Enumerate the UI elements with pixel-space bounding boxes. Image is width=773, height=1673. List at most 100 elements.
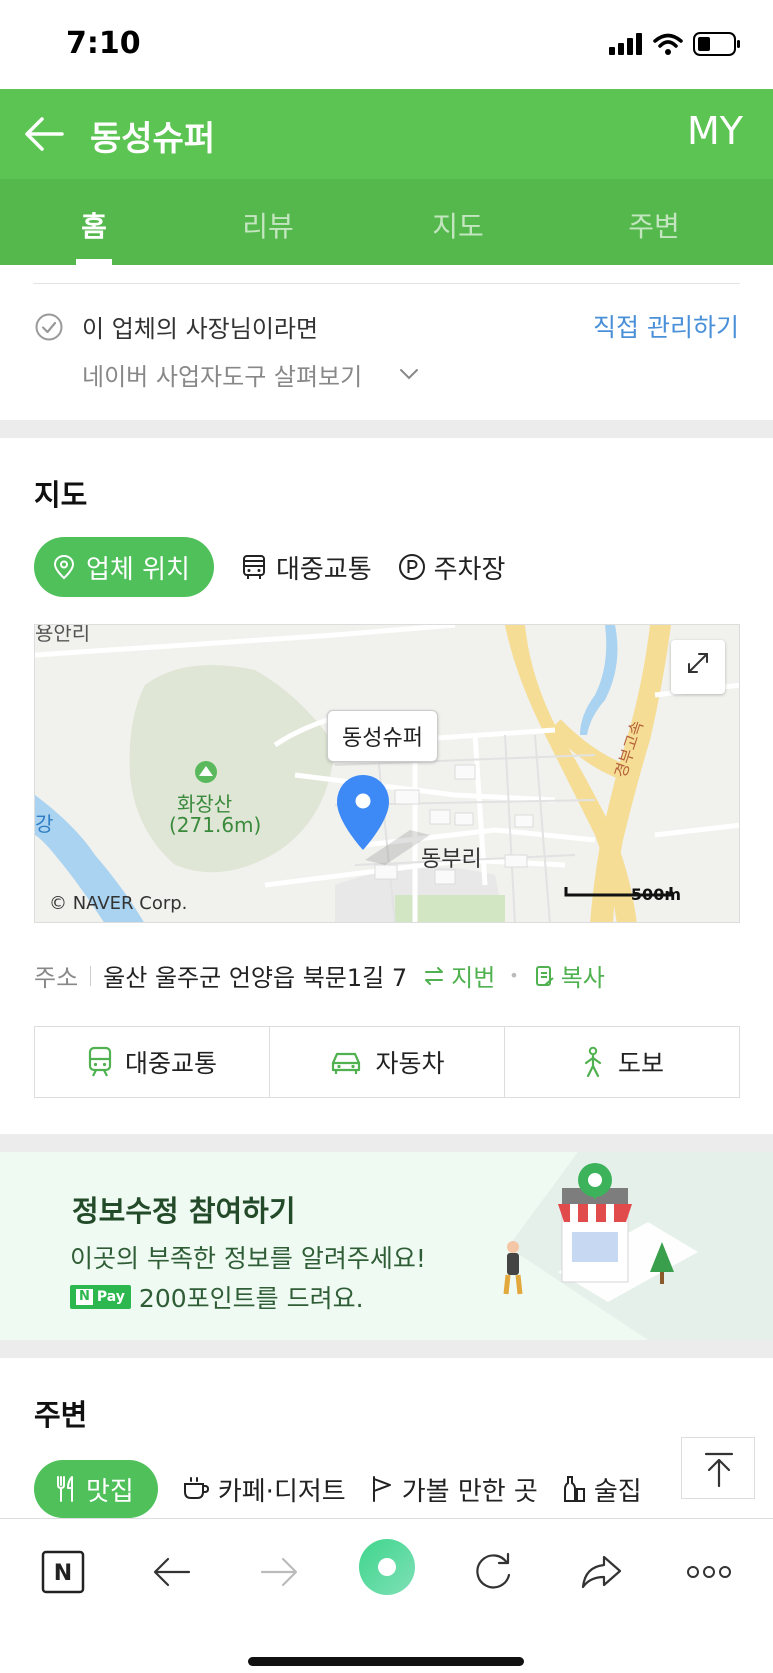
edit-info-banner[interactable]: 정보수정 참여하기 이곳의 부족한 정보를 알려주세요! N Pay 200포인… — [0, 1152, 773, 1340]
refresh-icon — [476, 1552, 511, 1589]
map-section-title: 지도 — [34, 478, 88, 512]
tab-cafe-dessert[interactable]: 카페·디저트 — [182, 1471, 346, 1508]
tab-business-location[interactable]: 업체 위치 — [34, 537, 214, 597]
store-illustration — [503, 1152, 773, 1340]
address-dot: • — [509, 966, 519, 985]
walk-icon — [584, 1046, 602, 1078]
npay-label: Pay — [96, 1289, 125, 1305]
place-title: 동성슈퍼 — [90, 119, 216, 159]
map-scale: 500m — [630, 885, 681, 904]
nearby-category-tabs: 맛집 카페·디저트 가볼 만한 곳 술집 — [34, 1460, 642, 1518]
place-tabs: 홈 리뷰 지도 주변 — [0, 179, 773, 265]
location-pin-icon — [53, 554, 75, 580]
arrow-left-icon — [153, 1557, 191, 1587]
map-canvas — [35, 625, 739, 922]
bottle-icon — [563, 1476, 585, 1502]
tab-attractions[interactable]: 가볼 만한 곳 — [370, 1471, 538, 1508]
nearby-section: 주변 맛집 카페·디저트 가볼 만한 곳 술집 — [0, 1358, 773, 1518]
route-car-button[interactable]: 자동차 — [270, 1027, 505, 1097]
home-indicator — [248, 1657, 524, 1666]
check-circle-icon — [35, 313, 63, 341]
my-button[interactable]: MY — [687, 109, 743, 153]
scroll-to-top-button[interactable] — [681, 1437, 755, 1499]
map-copyright: © NAVER Corp. — [49, 893, 188, 914]
copy-icon — [535, 965, 554, 986]
address-row: 주소 울산 울주군 언양읍 북문1길 7 지번 • 복사 — [34, 958, 605, 993]
tab-restaurants-label: 맛집 — [86, 1476, 134, 1507]
chevron-down-icon[interactable] — [398, 363, 420, 385]
address-label: 주소 — [34, 964, 79, 992]
address-switch-button[interactable]: 지번 — [423, 958, 495, 993]
banner-line2: N Pay 200포인트를 드려요. — [70, 1279, 364, 1315]
tab-review[interactable]: 리뷰 — [208, 205, 328, 245]
browser-forward-button[interactable] — [256, 1549, 306, 1599]
tab-public-transit[interactable]: 대중교통 — [240, 549, 372, 586]
naver-home-button[interactable]: N — [40, 1549, 90, 1599]
browser-bottom-bar: N — [0, 1518, 773, 1673]
swap-arrows-icon — [425, 966, 444, 985]
tab-cafe-dessert-label: 카페·디저트 — [217, 1476, 346, 1507]
map-expand-button[interactable] — [671, 640, 725, 694]
section-gap — [0, 420, 773, 438]
map-label-mountain-height: (271.6m) — [169, 813, 262, 837]
tab-restaurants[interactable]: 맛집 — [34, 1460, 158, 1518]
address-separator — [90, 965, 92, 986]
expand-icon — [688, 653, 708, 673]
owner-section: 이 업체의 사장님이라면 직접 관리하기 네이버 사업자도구 살펴보기 — [0, 265, 773, 420]
more-menu-button[interactable] — [684, 1549, 734, 1599]
divider — [33, 283, 740, 284]
train-icon — [88, 1046, 112, 1077]
tab-bars-label: 술집 — [593, 1476, 642, 1507]
manage-directly-link[interactable]: 직접 관리하기 — [593, 308, 739, 344]
route-transit-label: 대중교통 — [124, 1049, 217, 1078]
owner-prompt: 이 업체의 사장님이라면 — [82, 315, 319, 343]
map-label-river: 강 — [35, 812, 54, 836]
address-switch-label: 지번 — [451, 964, 496, 992]
more-dots-icon — [687, 1566, 731, 1578]
npay-badge: N Pay — [70, 1285, 131, 1309]
tab-home[interactable]: 홈 — [34, 205, 154, 245]
status-bar: 7:10 — [0, 0, 773, 89]
tab-nearby[interactable]: 주변 — [594, 205, 714, 245]
coffee-cup-icon — [183, 1477, 209, 1499]
naver-n-icon: N — [41, 1550, 85, 1594]
reload-button[interactable] — [470, 1549, 520, 1599]
map-view[interactable]: 용안리 화장산 (271.6m) 강 동부리 경부고속 동성슈퍼 © NAVER… — [34, 624, 740, 923]
tab-bars[interactable]: 술집 — [562, 1471, 642, 1508]
arrow-right-icon — [260, 1557, 298, 1587]
back-arrow-icon[interactable] — [22, 111, 68, 157]
green-dot-icon — [359, 1539, 415, 1595]
nearby-section-title: 주변 — [34, 1398, 88, 1432]
npay-n: N — [76, 1289, 93, 1305]
map-section: 지도 업체 위치 대중교통 주차장 용안리 화장산 (271.6m) 강 동부리… — [0, 438, 773, 1134]
status-icons — [609, 32, 741, 56]
map-place-callout[interactable]: 동성슈퍼 — [327, 710, 438, 762]
route-buttons: 대중교통 자동차 도보 — [34, 1026, 740, 1098]
route-walk-label: 도보 — [617, 1049, 664, 1078]
route-transit-button[interactable]: 대중교통 — [35, 1027, 270, 1097]
banner-title: 정보수정 참여하기 — [72, 1194, 296, 1228]
map-label-top: 용안리 — [35, 624, 91, 645]
signal-icon — [609, 33, 642, 55]
map-label-district: 동부리 — [421, 847, 482, 872]
address-text: 울산 울주군 언양읍 북문1길 7 — [103, 964, 408, 992]
business-tools-toggle[interactable]: 네이버 사업자도구 살펴보기 — [82, 357, 362, 392]
tab-parking[interactable]: 주차장 — [398, 549, 506, 586]
address-copy-label: 복사 — [560, 964, 605, 992]
tab-parking-label: 주차장 — [433, 554, 506, 585]
green-dot-button[interactable] — [357, 1537, 417, 1597]
flag-icon — [372, 1476, 391, 1502]
tab-public-transit-label: 대중교통 — [275, 554, 372, 585]
tab-map[interactable]: 지도 — [398, 205, 518, 245]
share-button[interactable] — [578, 1549, 628, 1599]
share-arrow-icon — [581, 1555, 622, 1589]
banner-line1: 이곳의 부족한 정보를 알려주세요! — [70, 1244, 426, 1273]
car-icon — [332, 1052, 361, 1074]
fork-knife-icon — [57, 1476, 73, 1502]
route-walk-button[interactable]: 도보 — [505, 1027, 739, 1097]
address-copy-button[interactable]: 복사 — [535, 958, 605, 993]
bus-icon — [242, 555, 265, 579]
battery-icon — [693, 32, 740, 56]
browser-back-button[interactable] — [149, 1549, 199, 1599]
top-app-bar: 동성슈퍼 MY — [0, 89, 773, 179]
